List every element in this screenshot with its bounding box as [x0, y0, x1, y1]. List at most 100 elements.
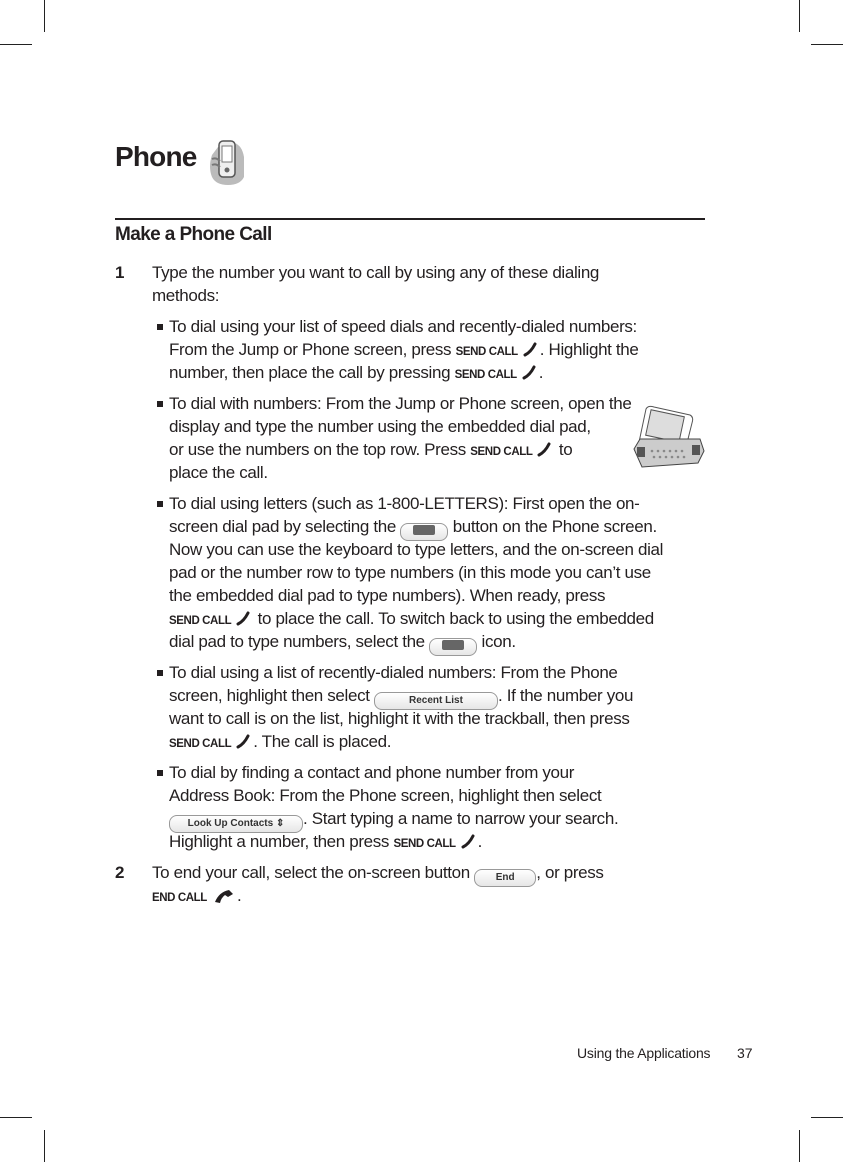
step-number: 1 [115, 263, 125, 282]
text-line: pad or the number row to type numbers (i… [0, 561, 843, 584]
line-text: methods: [152, 284, 219, 307]
line-text: END CALL. [152, 884, 242, 910]
text-line: From the Jump or Phone screen, press SEN… [0, 338, 843, 361]
end-call-icon [211, 887, 235, 910]
send-call-icon [235, 733, 251, 756]
text: to place the call. To switch back to usi… [253, 609, 655, 628]
section-divider [115, 218, 705, 220]
page-number: 37 [737, 1045, 753, 1061]
line-text: To dial using letters (such as 1-800-LET… [169, 492, 640, 515]
text: display and type the number using the em… [169, 417, 591, 436]
line-text: number, then place the call by pressing … [169, 361, 544, 387]
text: Type the number you want to call by usin… [152, 263, 600, 282]
crop-mark [0, 44, 32, 45]
send-call-key-label: SEND CALL [454, 369, 518, 381]
end-call-key-label: END CALL [152, 892, 207, 904]
text: screen dial pad by selecting the [169, 517, 401, 536]
text: To dial with numbers: From the Jump or P… [169, 394, 632, 413]
line-text: the embedded dial pad to type numbers). … [169, 584, 606, 607]
text-line: END CALL. [0, 884, 843, 907]
text-line: To dial by finding a contact and phone n… [0, 761, 843, 784]
text: . [538, 363, 544, 382]
send-call-key-label: SEND CALL [455, 346, 519, 358]
text-line: 1 Type the number you want to call by usi… [0, 261, 843, 284]
crop-mark [799, 0, 800, 32]
line-text: display and type the number using the em… [169, 415, 591, 438]
text-line: Look Up Contacts ⇕. Start typing a name … [0, 807, 843, 833]
text-line: Now you can use the keyboard to type let… [0, 538, 843, 561]
text: To dial using letters (such as 1-800-LET… [169, 494, 640, 513]
crop-mark [44, 1130, 45, 1162]
text-line: methods: [0, 284, 843, 307]
bullet-marker [157, 501, 163, 507]
bullet-marker [157, 324, 163, 330]
text-line: Address Book: From the Phone screen, hig… [0, 784, 843, 807]
text: or use the numbers on the top row. Press [169, 440, 471, 459]
device-open-icon [633, 405, 705, 468]
text: methods: [152, 286, 220, 305]
keyboard-button-icon[interactable] [429, 638, 478, 656]
crop-mark [0, 1117, 32, 1118]
crop-mark [44, 0, 45, 32]
send-call-icon [460, 833, 476, 856]
text: . [477, 832, 483, 851]
text: To dial by finding a contact and phone n… [169, 763, 575, 782]
text-line: To dial with numbers: From the Jump or P… [0, 392, 843, 415]
crop-mark [811, 44, 843, 45]
line-text: want to call is on the list, highlight i… [169, 707, 630, 730]
text-line: number, then place the call by pressing … [0, 361, 843, 384]
text-line: To dial using letters (such as 1-800-LET… [0, 492, 843, 515]
bullet-marker [157, 401, 163, 407]
line-text: Now you can use the keyboard to type let… [169, 538, 663, 561]
line-text: To dial with numbers: From the Jump or P… [169, 392, 632, 415]
text: button on the Phone screen. [448, 517, 658, 536]
text: To dial using a list of recently-dialed … [169, 663, 618, 682]
text: Highlight a number, then press [169, 832, 394, 851]
text: the embedded dial pad to type numbers). … [169, 586, 606, 605]
text-line: screen dial pad by selecting the button … [0, 515, 843, 541]
text: . The call is placed. [253, 732, 392, 751]
text: Address Book: From the Phone screen, hig… [169, 786, 602, 805]
text-line: To dial using your list of speed dials a… [0, 315, 843, 338]
instructions-body: 1 Type the number you want to call by usi… [0, 261, 843, 907]
text: to [554, 440, 573, 459]
phone-in-hand-icon [210, 140, 244, 185]
text: . Start typing a name to narrow your sea… [303, 809, 619, 828]
text-line: the embedded dial pad to type numbers). … [0, 584, 843, 607]
text-line: 2 To end your call, select the on-screen … [0, 861, 843, 887]
text: pad or the number row to type numbers (i… [169, 563, 651, 582]
text-line: screen, highlight then select Recent Lis… [0, 684, 843, 710]
text-line: want to call is on the list, highlight i… [0, 707, 843, 730]
text-line: SEND CALL . The call is placed. [0, 730, 843, 753]
line-text: SEND CALL . The call is placed. [169, 730, 391, 756]
text: , or press [536, 863, 604, 882]
line-text: Type the number you want to call by usin… [152, 261, 599, 284]
text-line: dial pad to type numbers, select the ico… [0, 630, 843, 656]
send-call-key-label: SEND CALL [169, 738, 232, 750]
text: place the call. [169, 463, 268, 482]
text-line: place the call. [0, 461, 843, 484]
text: . If the number you [497, 686, 634, 705]
line-text: To dial using your list of speed dials a… [169, 315, 637, 338]
text-line: Highlight a number, then press SEND CALL… [0, 830, 843, 853]
step-number: 2 [115, 863, 125, 882]
send-call-key-label: SEND CALL [470, 446, 533, 458]
text: want to call is on the list, highlight i… [169, 709, 630, 728]
line-text: place the call. [169, 461, 268, 484]
text: Now you can use the keyboard to type let… [169, 540, 664, 559]
text: To dial using your list of speed dials a… [169, 317, 637, 336]
text-line: display and type the number using the em… [0, 415, 843, 438]
line-text: dial pad to type numbers, select the ico… [169, 630, 516, 656]
text-line: To dial using a list of recently-dialed … [0, 661, 843, 684]
text: From the Jump or Phone screen, press [169, 340, 456, 359]
text: screen, highlight then select [169, 686, 374, 705]
line-text: pad or the number row to type numbers (i… [169, 561, 651, 584]
page-title: Phone [115, 141, 197, 172]
text: . [236, 886, 242, 905]
line-text: To dial using a list of recently-dialed … [169, 661, 618, 684]
crop-mark [799, 1130, 800, 1162]
crop-mark [811, 1117, 843, 1118]
section-heading: Make a Phone Call [115, 224, 272, 245]
footer-section-name: Using the Applications [577, 1045, 711, 1061]
bullet-marker [157, 770, 163, 776]
